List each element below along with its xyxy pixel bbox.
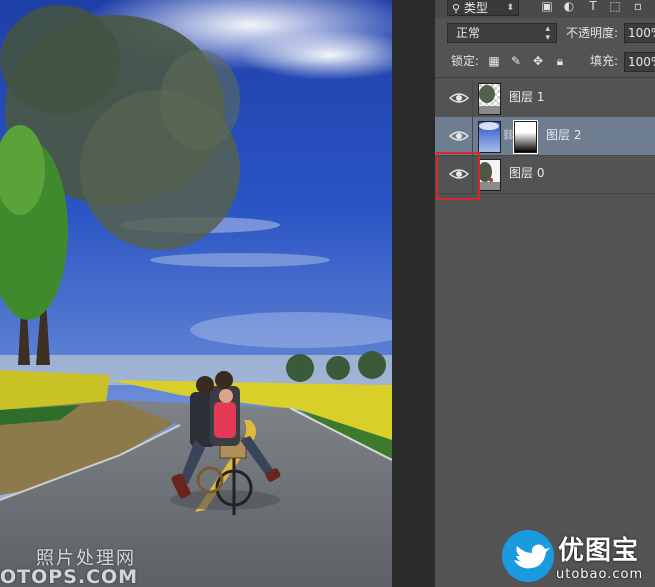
filter-kind-label: 类型: [463, 1, 488, 15]
divider: [435, 77, 655, 78]
layers-panel: ⚲ 类型 ⬍ ▣ ◐ T ⬚ ▫ 正常 ▴▾ 不透明度: 100% 锁定: ▦ …: [435, 0, 655, 587]
logo-text: 优图宝: [558, 536, 640, 566]
lock-all-icon[interactable]: 🔒︎: [553, 54, 567, 68]
filter-bar: ⚲ 类型 ⬍ ▣ ◐ T ⬚ ▫: [435, 0, 655, 18]
logo-url: utobao.com: [556, 567, 644, 582]
type-filter-icon[interactable]: T: [586, 0, 600, 13]
chevron-updown-icon: ▴ ▾: [545, 24, 550, 43]
annotation-highlight-box: [436, 152, 480, 200]
image-filter-icon[interactable]: ▣: [540, 0, 554, 13]
search-icon: ⚲: [452, 2, 461, 15]
canvas-gutter: [392, 0, 435, 587]
layer-thumbnail: [478, 83, 501, 115]
opacity-label: 不透明度:: [566, 26, 619, 40]
fill-label: 填充:: [590, 54, 619, 68]
chevron-updown-icon: ⬍: [506, 3, 514, 13]
filter-kind-select[interactable]: ⚲ 类型 ⬍: [447, 0, 519, 16]
shape-filter-icon[interactable]: ⬚: [608, 0, 622, 13]
smart-object-filter-icon[interactable]: ▫: [631, 0, 645, 13]
layer-name[interactable]: 图层 0: [509, 165, 544, 181]
lock-label: 锁定:: [451, 54, 480, 68]
adjustment-filter-icon[interactable]: ◐: [562, 0, 576, 13]
lock-row: 锁定: ▦ ✎ ✥ 🔒︎ 填充: 100%: [435, 50, 655, 74]
eye-icon[interactable]: [449, 90, 469, 106]
lock-position-icon[interactable]: ✥: [531, 54, 545, 68]
layer-row-2[interactable]: ⛓ 图层 2: [435, 117, 655, 156]
layer-mask-thumbnail[interactable]: [513, 120, 538, 154]
link-icon[interactable]: ⛓: [502, 130, 515, 142]
site-logo: 优图宝 utobao.com: [500, 525, 655, 587]
blend-row: 正常 ▴▾ 不透明度: 100%: [435, 20, 655, 46]
blend-mode-value: 正常: [456, 26, 481, 40]
eye-icon[interactable]: [449, 128, 469, 144]
opacity-field[interactable]: 100%: [624, 23, 655, 43]
document-canvas[interactable]: 照片处理网 OTOPS.COM: [0, 0, 392, 587]
layer-thumbnail: [478, 121, 501, 153]
lock-transparent-icon[interactable]: ▦: [487, 54, 501, 68]
layer-row-1[interactable]: 图层 1: [435, 79, 655, 118]
divider: [472, 117, 473, 155]
bird-logo-icon: [502, 530, 554, 582]
photo-artwork: [0, 0, 392, 587]
layer-name[interactable]: 图层 2: [546, 127, 581, 143]
divider: [472, 79, 473, 117]
watermark-url: OTOPS.COM: [0, 566, 139, 587]
lock-image-icon[interactable]: ✎: [509, 54, 523, 68]
layer-thumbnail: [478, 159, 501, 191]
layer-name[interactable]: 图层 1: [509, 89, 544, 105]
blend-mode-select[interactable]: 正常 ▴ ▾: [447, 23, 557, 43]
fill-field[interactable]: 100%: [624, 52, 655, 72]
